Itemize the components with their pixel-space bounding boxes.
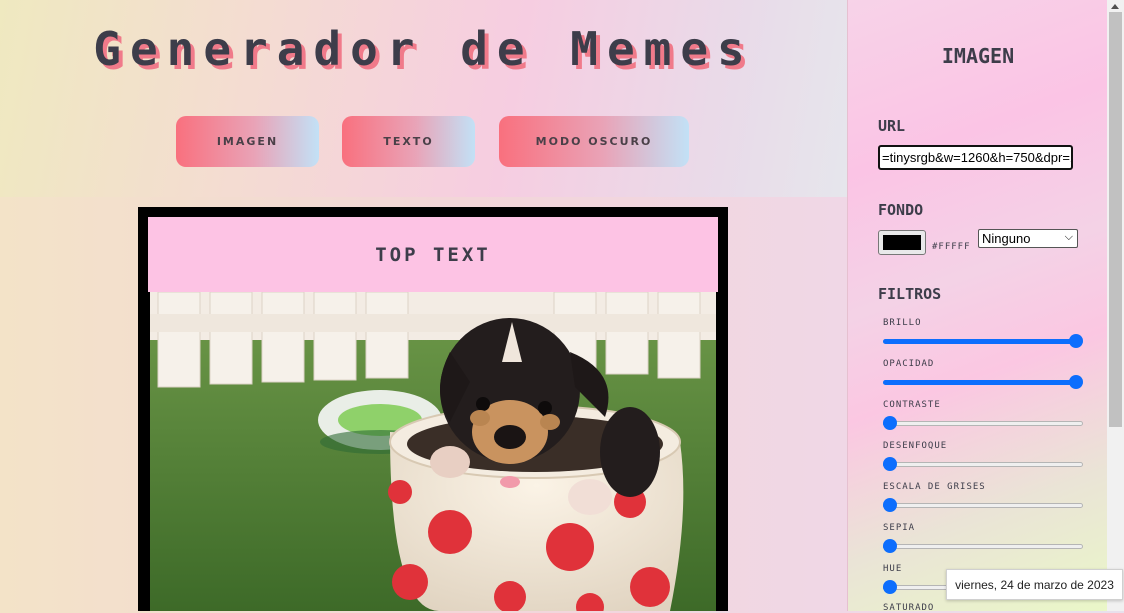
url-input[interactable]: =tinysrgb&w=1260&h=750&dpr=1: [878, 145, 1073, 170]
scroll-up-arrow-icon[interactable]: [1111, 4, 1119, 9]
opacity-slider[interactable]: [883, 375, 1083, 389]
slider-thumb[interactable]: [883, 416, 897, 430]
filter-label-saturado: SATURADO: [883, 603, 935, 613]
filter-label-brillo: BRILLO: [883, 318, 922, 328]
sepia-slider[interactable]: [883, 539, 1083, 553]
slider-thumb[interactable]: [883, 457, 897, 471]
blur-slider[interactable]: [883, 457, 1083, 471]
page-title: Generador de Memes: [93, 22, 754, 76]
slider-thumb[interactable]: [1069, 334, 1083, 348]
scrollbar-thumb[interactable]: [1109, 12, 1122, 427]
filter-label-opacidad: OPACIDAD: [883, 359, 935, 369]
puppy-photo-icon: [150, 292, 716, 611]
meme-canvas: TOP TEXT: [138, 207, 728, 611]
dark-mode-button[interactable]: MODO OSCURO: [499, 116, 689, 167]
filters-label: FILTROS: [878, 285, 942, 303]
panel-title: IMAGEN: [941, 44, 1015, 68]
slider-thumb[interactable]: [883, 539, 897, 553]
image-settings-panel: IMAGEN URL =tinysrgb&w=1260&h=750&dpr=1 …: [847, 0, 1108, 613]
background-hex-value: #FFFFF: [932, 242, 971, 252]
background-color-picker[interactable]: [878, 230, 926, 255]
slider-thumb[interactable]: [1069, 375, 1083, 389]
contrast-slider[interactable]: [883, 416, 1083, 430]
filter-label-desenfoque: DESENFOQUE: [883, 441, 948, 451]
blend-mode-select[interactable]: Ninguno ⌵: [978, 229, 1078, 248]
color-swatch-fill: [883, 235, 921, 250]
meme-image: [150, 292, 716, 611]
meme-top-text: TOP TEXT: [148, 217, 718, 292]
filter-label-sepia: SEPIA: [883, 523, 916, 533]
url-label: URL: [878, 117, 906, 135]
brightness-slider[interactable]: [883, 334, 1083, 348]
filter-label-hue: HUE: [883, 564, 903, 574]
slider-thumb[interactable]: [883, 580, 897, 594]
filter-label-grises: ESCALA DE GRISES: [883, 482, 986, 492]
page-scrollbar[interactable]: [1107, 0, 1124, 611]
filter-label-contraste: CONTRASTE: [883, 400, 941, 410]
date-tooltip: viernes, 24 de marzo de 2023: [946, 569, 1123, 600]
background-label: FONDO: [878, 201, 924, 219]
grayscale-slider[interactable]: [883, 498, 1083, 512]
chevron-down-icon: ⌵: [1064, 231, 1073, 243]
text-panel-button[interactable]: TEXTO: [342, 116, 475, 167]
image-panel-button[interactable]: IMAGEN: [176, 116, 319, 167]
blend-mode-value: Ninguno: [982, 231, 1031, 246]
header: Generador de Memes IMAGEN TEXTO MODO OSC…: [0, 0, 847, 197]
slider-thumb[interactable]: [883, 498, 897, 512]
url-input-value: =tinysrgb&w=1260&h=750&dpr=1: [882, 150, 1073, 165]
